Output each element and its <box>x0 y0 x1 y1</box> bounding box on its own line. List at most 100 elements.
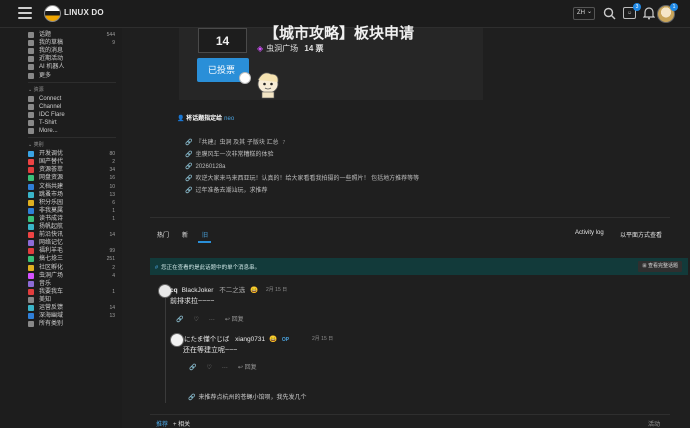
sidebar-item-icon <box>28 264 34 271</box>
sidebar-item-count: 80 <box>109 151 115 158</box>
tab-old[interactable]: 旧 <box>202 230 208 239</box>
sidebar-item[interactable]: 更多 <box>28 72 118 80</box>
sidebar-item-icon <box>28 40 34 47</box>
sidebar-item[interactable]: Channel <box>28 103 118 111</box>
sidebar-item[interactable]: 网盘资源 16 <box>28 174 118 182</box>
post-author[interactable]: cq BlackJoker 不二之选 😄 <box>170 284 258 294</box>
sidebar-item[interactable]: 非我莫属 1 <box>28 207 118 215</box>
reply-author[interactable]: にたま懂个じば xiang0731 😄 OP <box>184 333 292 343</box>
sidebar-item[interactable]: 国产替代 2 <box>28 158 118 166</box>
sidebar-item-label: 福利羊毛 <box>39 248 64 255</box>
avatar-badge: 1 <box>670 3 678 11</box>
sidebar-item-count: 2 <box>112 264 115 271</box>
sidebar-item[interactable]: 音乐 <box>28 280 118 288</box>
like-icon[interactable]: ♡ <box>206 365 211 371</box>
sidebar-item[interactable]: 社区孵化 2 <box>28 264 118 272</box>
sidebar-item-label: 音乐 <box>39 280 52 287</box>
notification-icon[interactable] <box>643 7 655 20</box>
sidebar-item-label: 积分乐园 <box>39 199 64 206</box>
sidebar-item[interactable]: 所有类别 <box>28 320 118 328</box>
tab-new[interactable]: 新 <box>182 230 188 239</box>
related-link[interactable]: 🔗 坐膜风车一次非常糟糕的体验 <box>185 149 419 161</box>
sidebar-item-icon <box>28 232 34 239</box>
related-link[interactable]: 🔗 『共建』虫洞 及其 子版块 汇总 7 <box>185 137 419 149</box>
poll-title[interactable]: 【城市攻略】板块申请 <box>264 22 414 43</box>
sidebar-item[interactable]: 开发调优 80 <box>28 150 118 158</box>
sidebar-item[interactable]: 运营反馈 14 <box>28 304 118 312</box>
related-link[interactable]: 🔗 吹逆大家来马来西亚玩！认真的！给大家看看我拍摄的一些照片！ 包括地方推荐等等 <box>185 173 419 185</box>
link-icon[interactable]: 🔗 <box>176 317 183 323</box>
sidebar-item[interactable]: 文档共建 10 <box>28 183 118 191</box>
sidebar-item[interactable]: 话题 544 <box>28 31 118 39</box>
sidebar-item[interactable]: 我的草稿 9 <box>28 39 118 47</box>
search-icon[interactable] <box>603 7 616 20</box>
view-full-topic-button[interactable]: ⊞ 查看完整话题 <box>638 261 682 272</box>
mascot-illustration <box>257 72 279 99</box>
like-icon[interactable]: ♡ <box>193 317 198 323</box>
sidebar-item[interactable]: 扬帆起航 <box>28 223 118 231</box>
sidebar-item-icon <box>28 296 34 303</box>
related-link-text: 坐膜风车一次非常糟糕的体验 <box>195 152 274 158</box>
sidebar-item-label: 社区孵化 <box>39 264 64 271</box>
reply-date: 2月 15 日 <box>312 336 334 342</box>
sidebar-item[interactable]: 搞七捻三 251 <box>28 255 118 263</box>
more-icon[interactable]: ··· <box>209 317 215 323</box>
sidebar-item[interactable]: Connect <box>28 95 118 103</box>
sidebar-item-icon <box>28 175 34 182</box>
sidebar-item[interactable]: 深海幽域 13 <box>28 312 118 320</box>
hamburger-menu-icon[interactable] <box>18 7 32 19</box>
sidebar-item[interactable]: 读书成诗 1 <box>28 215 118 223</box>
related-link[interactable]: 🔗 20260128a <box>185 161 419 173</box>
site-logo[interactable] <box>44 5 61 22</box>
sidebar-item-label: 资源荟萃 <box>39 167 64 174</box>
sidebar-item[interactable]: 我要我车 1 <box>28 288 118 296</box>
sidebar-item[interactable]: 资源荟萃 34 <box>28 166 118 174</box>
link-icon[interactable]: 🔗 <box>189 365 196 371</box>
flat-view-link[interactable]: 以平面方式查看 <box>620 230 662 239</box>
sidebar-item-label: 虫洞广场 <box>39 272 64 279</box>
sidebar-item-label: T-Shirt <box>39 119 57 126</box>
sidebar-item[interactable]: AI 机器人 <box>28 63 118 71</box>
sidebar-item[interactable]: 美知 <box>28 296 118 304</box>
link-icon: 🔗 <box>185 188 193 194</box>
sidebar-item[interactable]: IDC Flare <box>28 111 118 119</box>
next-post-preview[interactable]: 🔗 来推荐点杭州的苍蝇小馆呗，我先发几个 <box>188 392 307 401</box>
sidebar-item[interactable]: T-Shirt <box>28 119 118 127</box>
more-icon[interactable]: ··· <box>222 365 228 371</box>
sidebar-item[interactable]: 网络记忆 <box>28 239 118 247</box>
sidebar-section-heading[interactable]: 资源 <box>28 86 44 93</box>
sidebar-item-count: 1 <box>112 207 115 214</box>
sidebar-item-count: 10 <box>109 183 115 190</box>
sidebar-item[interactable]: 跳蚤市场 13 <box>28 191 118 199</box>
sidebar-section-heading[interactable]: 类别 <box>28 141 44 148</box>
sidebar-item-label: 前沿快讯 <box>39 232 64 239</box>
sidebar-item[interactable]: 近期活动 <box>28 55 118 63</box>
sidebar-item-count: 6 <box>112 199 115 206</box>
sidebar-item[interactable]: 积分乐园 6 <box>28 199 118 207</box>
assignee-link[interactable]: neo <box>224 116 234 122</box>
sidebar-item-count: 14 <box>109 305 115 311</box>
sidebar-item[interactable]: 福利羊毛 99 <box>28 247 118 255</box>
sidebar-item-label: 更多 <box>39 72 52 79</box>
tab-hot[interactable]: 热门 <box>157 230 169 239</box>
reply-button[interactable]: ↩ 回复 <box>225 317 254 323</box>
recommended-tab[interactable]: 推荐 <box>156 419 168 428</box>
voted-button[interactable]: 已投票 <box>197 58 251 84</box>
language-select[interactable]: ZH <box>573 7 595 20</box>
reply-text: 还在等建立呢~~~ <box>183 347 238 354</box>
sidebar-item[interactable]: 前沿快讯 14 <box>28 231 118 239</box>
chat-badge: 3 <box>633 3 641 11</box>
sidebar-item-icon <box>28 119 34 126</box>
reply-button[interactable]: ↩ 回复 <box>238 365 267 371</box>
sidebar-item[interactable]: 虫洞广场 4 <box>28 272 118 280</box>
active-tab-indicator <box>198 241 211 243</box>
related-link-count: 7 <box>282 140 286 146</box>
sidebar-item[interactable]: 我的消息 <box>28 47 118 55</box>
site-name[interactable]: LINUX DO <box>64 8 104 17</box>
related-tab[interactable]: + 相关 <box>173 419 190 428</box>
reply-avatar[interactable] <box>170 333 184 347</box>
sidebar-item[interactable]: More... <box>28 127 118 135</box>
activity-log-link[interactable]: Activity log <box>575 230 604 236</box>
poll-category[interactable]: 虫洞广场 <box>266 44 298 53</box>
related-link[interactable]: 🔗 过年准备去潮汕玩，求推荐 <box>185 185 419 197</box>
